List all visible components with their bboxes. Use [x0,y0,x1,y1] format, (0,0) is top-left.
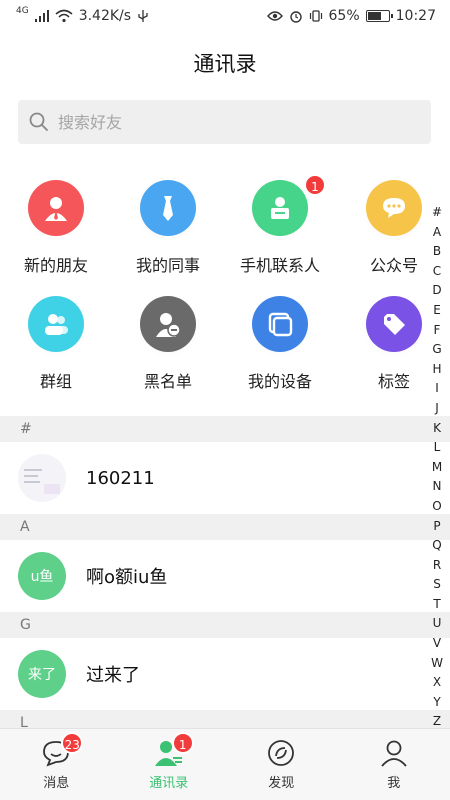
page-title: 通讯录 [193,52,257,76]
index-letter[interactable]: S [430,575,444,595]
avatar: u鱼 [18,552,66,600]
index-letter[interactable]: M [430,458,444,478]
section-header: # [0,416,450,442]
badge: 1 [171,732,194,754]
index-letter[interactable]: H [430,360,444,380]
badge: 23 [61,732,84,754]
status-bar: 4G 3.42K/s 65% 10:27 [0,0,450,32]
avatar: 来了 [18,650,66,698]
grid-item-groups[interactable]: 群组 [1,296,111,392]
index-letter[interactable]: I [430,379,444,399]
contact-name: 啊o额iu鱼 [86,567,168,588]
badge: 1 [304,174,326,196]
index-letter[interactable]: C [430,262,444,282]
battery-icon [365,10,393,22]
index-letter[interactable]: Y [430,693,444,713]
network-speed: 3.42K/s [78,8,132,24]
index-letter[interactable]: K [430,419,444,439]
grid-item-phone-contacts[interactable]: 1 手机联系人 [225,174,335,276]
devices-icon [252,296,308,352]
index-letter[interactable]: J [430,399,444,419]
contact-card-icon: 1 [252,174,326,236]
battery-percent: 65% [328,8,360,24]
index-letter[interactable]: W [430,654,444,674]
index-letter[interactable]: R [430,556,444,576]
grid-label: 手机联系人 [239,256,320,275]
search-input[interactable] [58,112,358,132]
section-header: G [0,612,450,638]
grid-label: 我的同事 [135,256,200,275]
search-icon [29,112,48,131]
user-icon [28,180,84,236]
grid-label: 群组 [39,372,72,391]
tab-discover[interactable]: 发现 [225,729,338,800]
vibrate-icon [309,10,322,22]
alarm-icon [289,11,302,23]
bottom-tab-bar: 23 消息 1 通讯录 发现 我 [0,728,450,800]
index-letter[interactable]: L [430,438,444,458]
contacts-icon: 1 [154,732,194,768]
index-letter[interactable]: O [430,497,444,517]
tab-messages[interactable]: 23 消息 [0,729,113,800]
grid-item-blacklist[interactable]: 黑名单 [113,296,223,392]
search-bar[interactable] [18,100,431,144]
contact-name: 160211 [86,467,155,489]
avatar [18,454,66,502]
message-icon: 23 [41,732,84,768]
section-header: A [0,514,450,540]
discover-icon [266,738,296,768]
index-letter[interactable]: T [430,595,444,615]
contact-row[interactable]: 来了 过来了 [0,638,450,710]
index-letter[interactable]: F [430,321,444,341]
index-letter[interactable]: # [430,203,444,223]
contact-row[interactable]: 160211 [0,442,450,514]
tab-label: 发现 [268,776,295,791]
eye-icon [266,11,283,21]
index-letter[interactable]: G [430,340,444,360]
index-letter[interactable]: B [430,242,444,262]
tab-me[interactable]: 我 [338,729,450,800]
index-letter[interactable]: V [430,634,444,654]
index-letter[interactable]: D [430,281,444,301]
index-letter[interactable]: A [430,223,444,243]
signal-icon [34,10,49,22]
index-letter[interactable]: U [430,614,444,634]
tab-contacts[interactable]: 1 通讯录 [113,729,226,800]
grid-label: 黑名单 [143,372,192,391]
block-user-icon [140,296,196,352]
grid-label: 我的设备 [247,372,312,391]
contact-row[interactable]: u鱼 啊o额iu鱼 [0,540,450,612]
profile-icon [379,738,409,768]
index-letter[interactable]: E [430,301,444,321]
network-type: 4G [16,6,29,16]
usb-icon [138,10,148,22]
index-letter[interactable]: X [430,673,444,693]
tab-label: 通讯录 [149,776,189,791]
tab-label: 消息 [43,776,70,791]
grid-item-my-devices[interactable]: 我的设备 [225,296,335,392]
index-letter[interactable]: Q [430,536,444,556]
tie-icon [140,180,196,236]
group-icon [28,296,84,352]
index-letter[interactable]: N [430,477,444,497]
contact-name: 过来了 [86,665,140,686]
index-letter[interactable]: P [430,517,444,537]
grid-item-new-friends[interactable]: 新的朋友 [1,180,111,276]
grid-item-colleagues[interactable]: 我的同事 [113,180,223,276]
chat-bubble-icon [366,180,422,236]
wifi-icon [55,9,73,23]
tag-icon [366,296,422,352]
alphabet-index[interactable]: # A B C D E F G H I J K L M N O P Q R S … [430,203,444,732]
grid-label: 新的朋友 [23,256,88,275]
tab-label: 我 [387,776,401,791]
clock: 10:27 [395,8,436,24]
